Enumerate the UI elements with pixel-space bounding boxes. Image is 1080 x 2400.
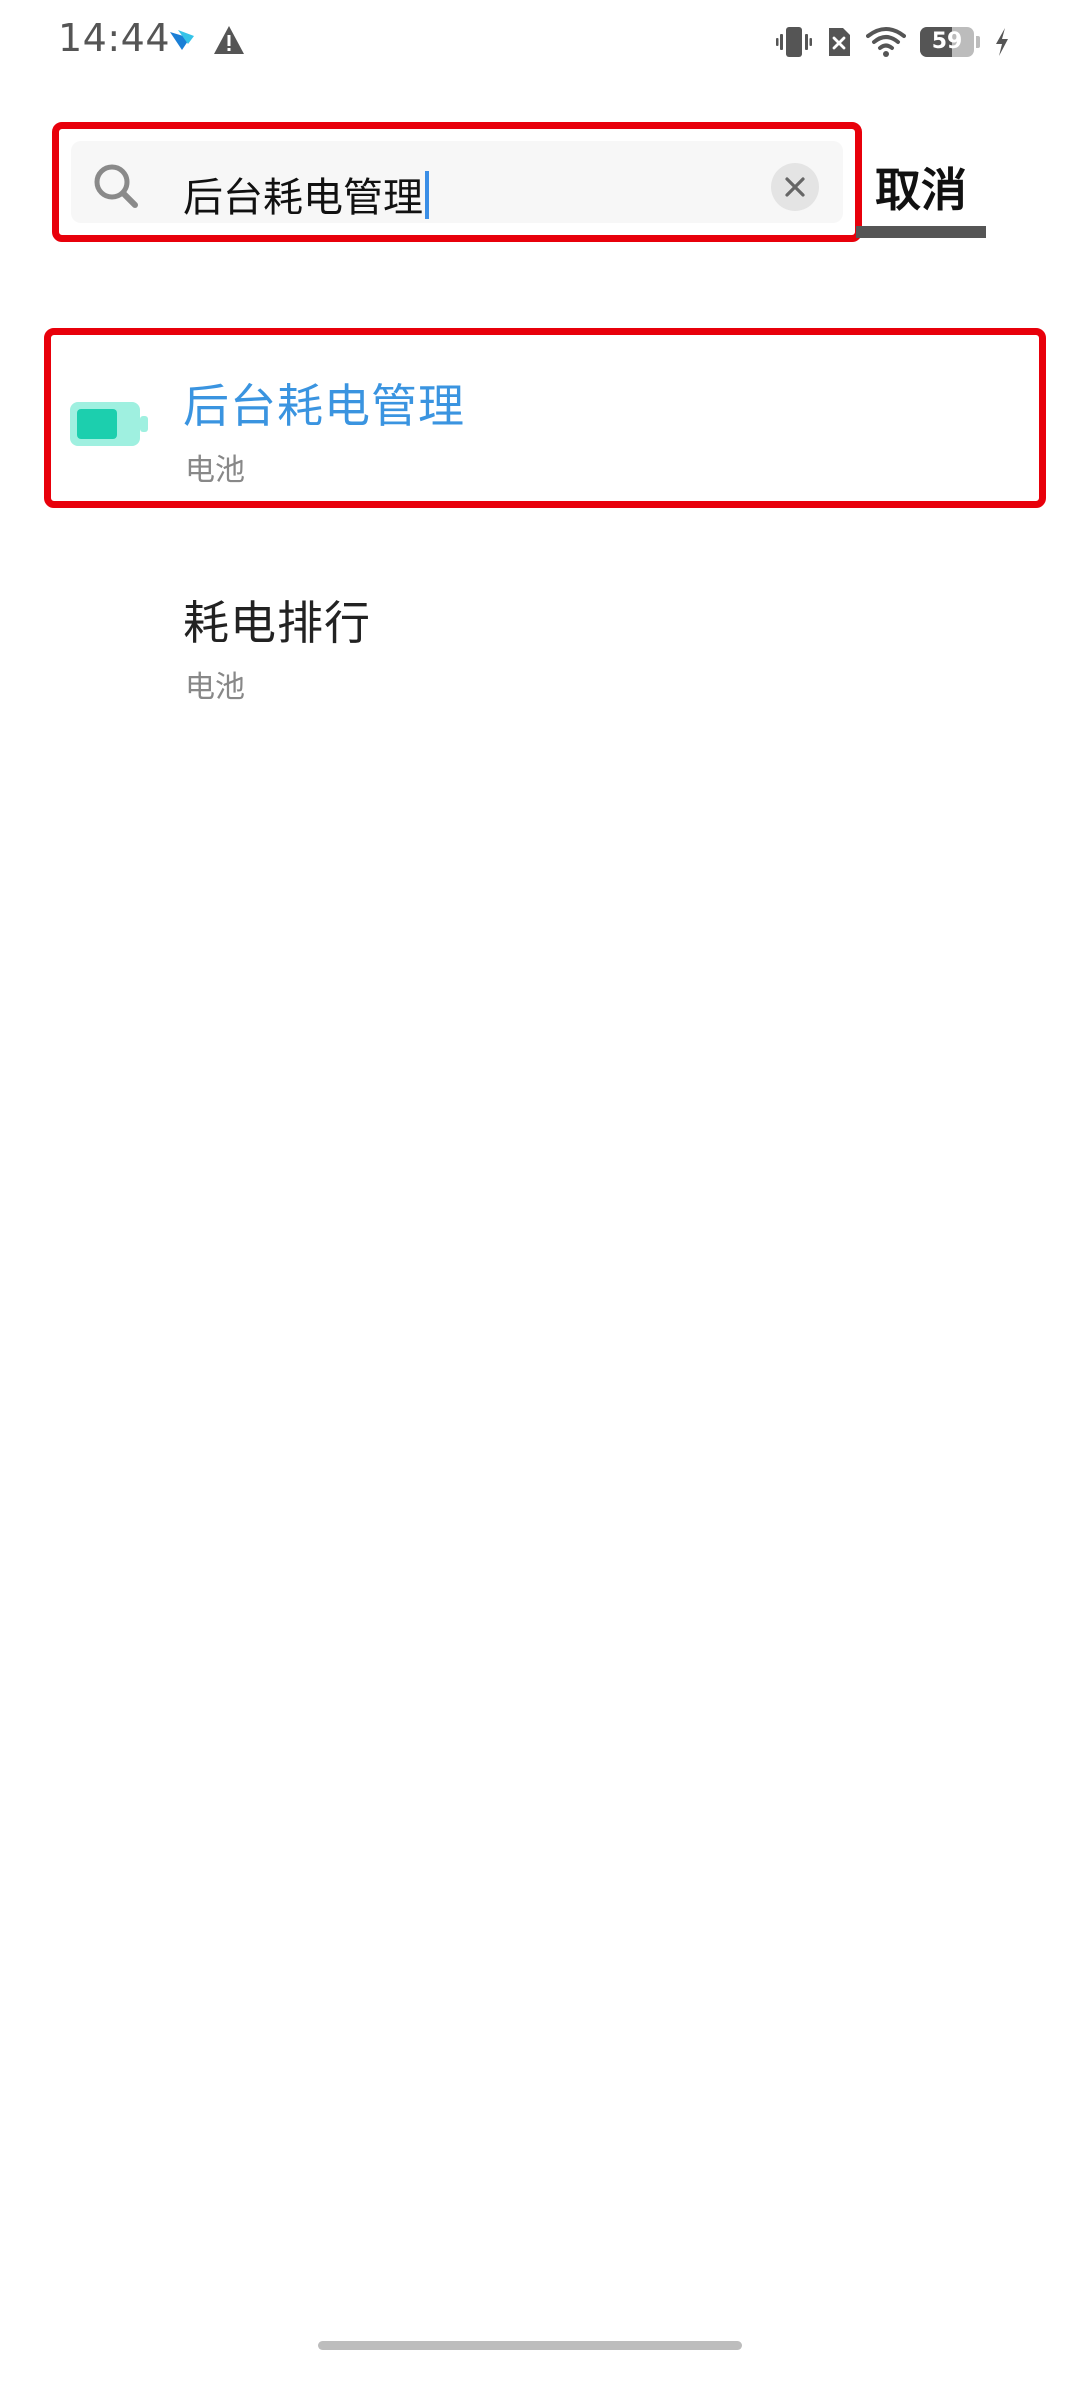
result-title: 耗电排行 <box>183 596 371 650</box>
warning-icon <box>214 26 244 54</box>
status-time: 14:44 <box>58 16 171 60</box>
search-input-value: 后台耗电管理 <box>183 175 423 221</box>
result-subtitle: 电池 <box>185 453 245 488</box>
search-field[interactable]: 后台耗电管理 <box>71 141 843 223</box>
charging-icon <box>996 28 1008 56</box>
status-right: 59 <box>776 20 1010 64</box>
no-sim-icon <box>829 28 850 56</box>
cancel-button[interactable]: 取消 <box>856 148 986 232</box>
result-item-power-ranking[interactable]: 耗电排行 电池 <box>0 545 1080 725</box>
search-box[interactable]: 后台耗电管理 <box>52 122 862 242</box>
battery-cap <box>976 36 980 48</box>
battery-icon: 59 <box>920 27 974 57</box>
app-notification-icon <box>170 30 194 50</box>
clear-icon <box>785 177 805 197</box>
battery-icon <box>70 402 148 446</box>
search-icon <box>94 164 138 208</box>
cancel-underline <box>856 226 986 238</box>
search-input[interactable]: 后台耗电管理 <box>183 165 429 223</box>
clear-button[interactable] <box>771 163 819 211</box>
result-title: 后台耗电管理 <box>183 379 465 433</box>
gesture-bar[interactable] <box>318 2341 742 2350</box>
wifi-icon <box>866 27 906 57</box>
status-bar: 14:44 59 <box>0 0 1080 84</box>
text-caret <box>425 171 429 219</box>
result-item-background-battery-management[interactable]: 后台耗电管理 电池 <box>0 328 1080 508</box>
vibrate-icon <box>776 27 812 57</box>
result-subtitle: 电池 <box>185 670 245 705</box>
battery-level: 59 <box>931 29 963 54</box>
